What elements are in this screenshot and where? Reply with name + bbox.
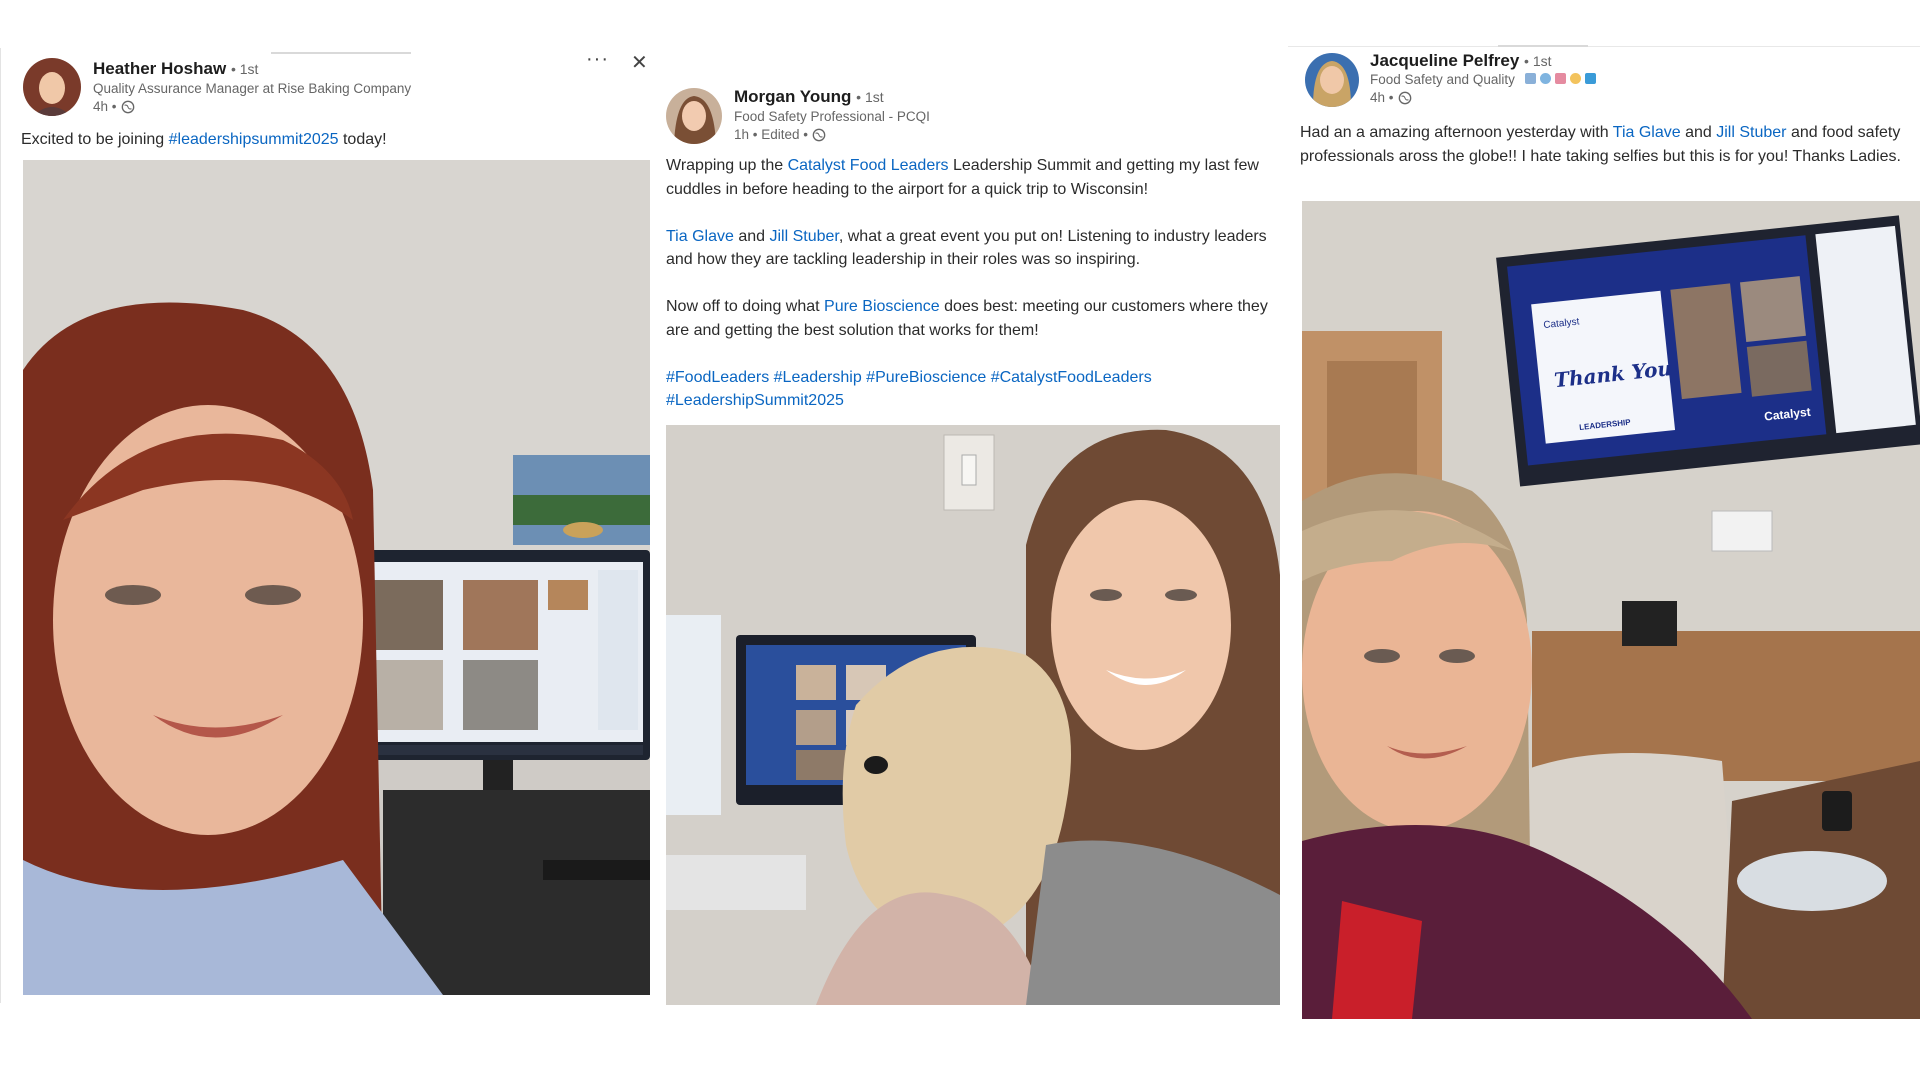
hashtag-link[interactable]: #CatalystFoodLeaders xyxy=(991,369,1152,386)
globe-icon xyxy=(1398,91,1411,104)
avatar[interactable] xyxy=(23,58,81,116)
paragraph-3: Now off to doing what Pure Bioscience do… xyxy=(666,295,1281,342)
mention-link[interactable]: Tia Glave xyxy=(666,228,734,245)
post-meta: 4h • xyxy=(93,99,135,114)
avatar-morgan-image xyxy=(666,88,722,144)
paragraph-1: Wrapping up the Catalyst Food Leaders Le… xyxy=(666,154,1281,201)
mention-link[interactable]: Jill Stuber xyxy=(769,228,838,245)
hashtag-link[interactable]: #leadershipsummit2025 xyxy=(169,131,339,148)
selfie-conference-image: Thank You! Catalyst LEADERSHIP Catalyst xyxy=(1302,201,1920,1019)
author-name[interactable]: Jacqueline Pelfrey xyxy=(1370,51,1519,70)
connection-degree: • 1st xyxy=(230,61,259,77)
company-link[interactable]: Catalyst Food Leaders xyxy=(788,157,949,174)
close-icon[interactable]: ✕ xyxy=(631,50,648,75)
cube-icon xyxy=(1584,73,1596,84)
post-meta: 4h • xyxy=(1370,90,1412,105)
globe-icon xyxy=(812,128,826,141)
post-text: Had an a amazing afternoon yesterday wit… xyxy=(1300,121,1912,168)
author-headline: Food Safety Professional - PCQI xyxy=(734,109,930,124)
post-text: Wrapping up the Catalyst Food Leaders Le… xyxy=(666,154,1281,413)
mention-link[interactable]: Tia Glave xyxy=(1613,124,1681,141)
author-name[interactable]: Morgan Young xyxy=(734,87,851,106)
post-card-morgan: Morgan Young • 1st Food Safety Professio… xyxy=(662,82,1284,1007)
avatar[interactable] xyxy=(666,88,722,144)
text-span: and xyxy=(733,227,770,245)
avatar-jacqueline-image xyxy=(1305,53,1359,107)
post-photo[interactable] xyxy=(23,160,650,995)
post-time: 4h • xyxy=(93,99,117,114)
post-time: 1h • Edited • xyxy=(734,127,808,142)
author-row: Jacqueline Pelfrey • 1st xyxy=(1370,51,1552,71)
selfie-dog-image xyxy=(666,425,1280,1005)
text-span: and xyxy=(1680,124,1717,141)
connection-degree: • 1st xyxy=(1524,53,1552,69)
more-icon[interactable]: ··· xyxy=(586,48,609,71)
post-time: 4h • xyxy=(1370,90,1394,105)
mention-link[interactable]: Jill Stuber xyxy=(1716,124,1786,141)
post-text: Excited to be joining #leadershipsummit2… xyxy=(21,128,641,152)
headline-text: Food Safety and Quality xyxy=(1370,72,1515,87)
globe-icon xyxy=(121,100,134,113)
hashtags: #FoodLeaders #Leadership #PureBioscience… xyxy=(666,366,1281,413)
author-headline: Food Safety and Quality xyxy=(1370,72,1596,87)
post-photo[interactable] xyxy=(666,425,1280,1005)
emoji-icons xyxy=(1524,73,1596,84)
author-name[interactable]: Heather Hoshaw xyxy=(93,59,226,78)
post-text-end: today! xyxy=(338,131,387,148)
text-span: Wrapping up the xyxy=(666,157,788,174)
hashtag-link[interactable]: #LeadershipSummit2025 xyxy=(666,392,844,409)
hashtag-link[interactable]: #PureBioscience xyxy=(866,369,986,386)
post-card-jacqueline: Jacqueline Pelfrey • 1st Food Safety and… xyxy=(1288,45,1920,1019)
author-row: Heather Hoshaw • 1st xyxy=(93,59,258,79)
selfie-office-image xyxy=(23,160,650,995)
paragraph-2: Tia Glave and Jill Stuber, what a great … xyxy=(666,225,1281,272)
avatar[interactable] xyxy=(1305,53,1359,107)
post-text-start: Excited to be joining xyxy=(21,131,169,148)
top-divider xyxy=(1498,45,1588,47)
top-divider xyxy=(271,52,411,54)
hashtag-link[interactable]: #Leadership xyxy=(774,369,862,386)
post-card-heather: Heather Hoshaw • 1st Quality Assurance M… xyxy=(0,48,656,1003)
text-span: Now off to doing what xyxy=(666,298,825,315)
bubble-icon xyxy=(1539,73,1551,84)
post-meta: 1h • Edited • xyxy=(734,127,826,142)
author-row: Morgan Young • 1st xyxy=(734,87,884,107)
avatar-heather-image xyxy=(23,58,81,116)
post-photo[interactable]: Thank You! Catalyst LEADERSHIP Catalyst xyxy=(1302,201,1920,1019)
flask-icon xyxy=(1524,73,1536,84)
bulb-icon xyxy=(1569,73,1581,84)
connection-degree: • 1st xyxy=(856,89,884,105)
company-link[interactable]: Pure Bioscience xyxy=(824,298,940,315)
balloon-icon xyxy=(1554,73,1566,84)
text-span: Had an a amazing afternoon yesterday wit… xyxy=(1300,124,1613,141)
hashtag-link[interactable]: #FoodLeaders xyxy=(666,369,769,386)
author-headline: Quality Assurance Manager at Rise Baking… xyxy=(93,81,412,96)
